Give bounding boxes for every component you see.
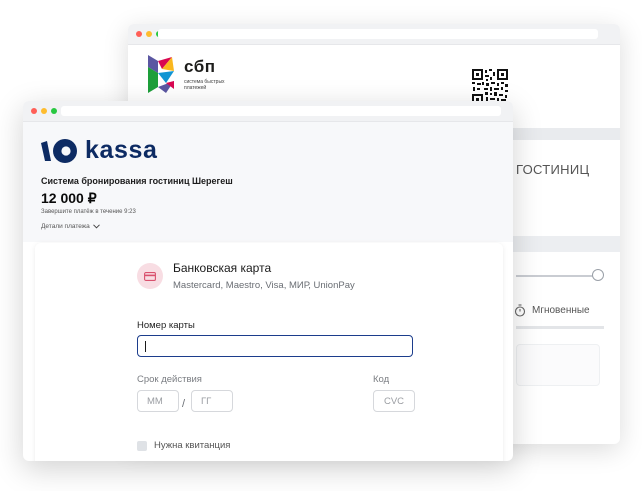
- kassa-logo-icon: [41, 138, 77, 163]
- minimize-dot[interactable]: [146, 31, 152, 37]
- transfer-speed: Мгновенные: [514, 304, 590, 317]
- sbp-titlebar: [128, 24, 620, 45]
- receipt-checkbox-label[interactable]: Нужна квитанция: [154, 440, 230, 451]
- kassa-logo-text: kassa: [85, 136, 158, 164]
- expiry-separator: /: [182, 398, 186, 410]
- payment-amount: 12 000 ₽: [41, 190, 97, 206]
- expiry-label: Срок действия: [137, 374, 202, 385]
- close-dot[interactable]: [31, 108, 37, 114]
- kassa-logo: kassa: [41, 136, 158, 165]
- close-dot[interactable]: [136, 31, 142, 37]
- sbp-subtitle: система быстрых платежей: [184, 79, 225, 91]
- cvc-placeholder: CVC: [383, 395, 405, 407]
- maximize-dot[interactable]: [51, 108, 57, 114]
- order-summary: kassa Система бронирования гостиниц Шере…: [23, 122, 513, 242]
- payment-method-subtitle: Mastercard, Maestro, Visa, МИР, UnionPay: [173, 280, 355, 291]
- expiry-month-placeholder: ММ: [147, 395, 163, 407]
- card-number-input[interactable]: [137, 335, 413, 357]
- kassa-titlebar: [23, 101, 513, 122]
- payment-form-card: Банковская карта Mastercard, Maestro, Vi…: [35, 243, 503, 461]
- text-caret: [145, 341, 146, 352]
- address-bar[interactable]: [61, 106, 501, 116]
- payment-details-label: Детали платежа: [41, 223, 90, 230]
- cvc-label: Код: [373, 374, 390, 385]
- expiry-month-input[interactable]: ММ: [137, 390, 179, 412]
- address-bar[interactable]: [158, 29, 598, 39]
- kassa-window: kassa Система бронирования гостиниц Шере…: [23, 101, 513, 461]
- stopwatch-icon: [514, 304, 526, 317]
- expiry-year-placeholder: ГГ: [201, 395, 212, 407]
- minimize-dot[interactable]: [41, 108, 47, 114]
- sbp-divider: [516, 326, 604, 329]
- sbp-name: сбп: [184, 57, 216, 76]
- payment-method-title: Банковская карта: [173, 261, 272, 275]
- chevron-down-icon: [92, 224, 100, 229]
- slider-handle[interactable]: [592, 269, 604, 281]
- merchant-name: Система бронирования гостиниц Шерегеш: [41, 176, 233, 186]
- window-controls: [31, 108, 57, 114]
- sbp-logo-icon: [148, 55, 174, 93]
- slider-track[interactable]: [516, 275, 594, 277]
- transfer-speed-label: Мгновенные: [532, 305, 590, 316]
- bank-card-icon: [137, 263, 163, 289]
- receipt-checkbox[interactable]: [137, 441, 147, 451]
- payment-details-toggle[interactable]: Детали платежа: [41, 223, 100, 230]
- sbp-hotel-title: ГОСТИНИЦ: [516, 162, 590, 177]
- sbp-input-box[interactable]: [516, 344, 600, 386]
- expiry-year-input[interactable]: ГГ: [191, 390, 233, 412]
- payment-deadline: Завершите платёж в течение 9:23: [41, 209, 136, 215]
- card-number-label: Номер карты: [137, 320, 195, 331]
- cvc-input[interactable]: CVC: [373, 390, 415, 412]
